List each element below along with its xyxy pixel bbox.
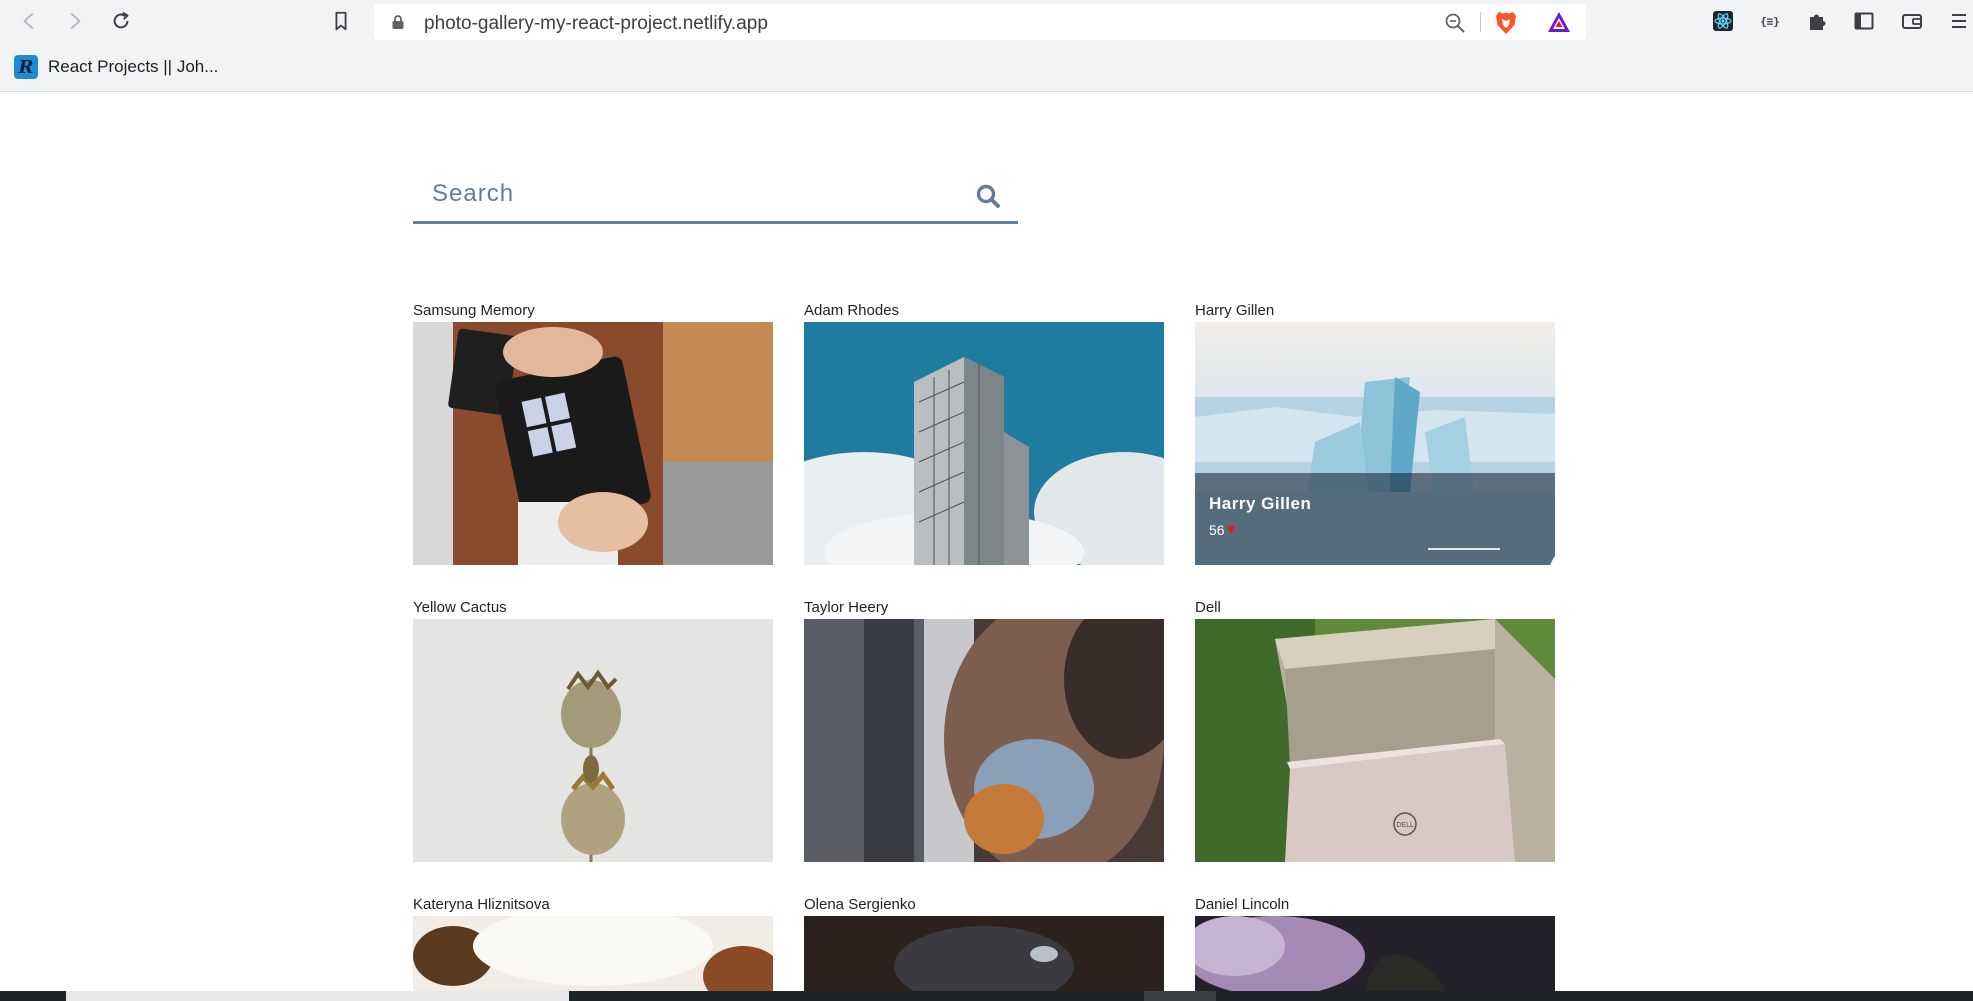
- photo-image[interactable]: Harry Gillen 56 ♥: [1195, 322, 1555, 565]
- photo-author-name: Olena Sergienko: [804, 896, 916, 913]
- photo-image[interactable]: [1195, 916, 1555, 991]
- taskbar-item[interactable]: [1144, 991, 1216, 1001]
- photo-image[interactable]: [413, 619, 773, 862]
- back-button[interactable]: [14, 6, 44, 36]
- wallet-icon: [1902, 14, 1922, 29]
- sidebar-icon: [1854, 12, 1874, 30]
- json-formatter-icon: {≡}: [1760, 15, 1780, 28]
- search-button[interactable]: [971, 179, 1005, 213]
- search-form: [413, 167, 1018, 224]
- bookmark-page-button[interactable]: [326, 6, 356, 36]
- photo-author-name: Kateryna Hliznitsova: [413, 896, 550, 913]
- zoom-icon[interactable]: [1444, 12, 1466, 34]
- photo-image[interactable]: [413, 322, 773, 565]
- reload-button[interactable]: [106, 6, 136, 36]
- svg-text:{≡}: {≡}: [1760, 15, 1780, 28]
- forward-icon: [70, 12, 81, 30]
- menu-icon: [1952, 14, 1966, 28]
- forward-button[interactable]: [60, 6, 90, 36]
- json-formatter-button[interactable]: {≡}: [1757, 8, 1783, 34]
- search-icon: [976, 184, 1000, 208]
- photo-hover-overlay: Harry Gillen 56 ♥: [1195, 473, 1555, 565]
- search-input[interactable]: [413, 167, 953, 221]
- bookmark-label: React Projects || Joh...: [48, 57, 219, 76]
- photo-author-name: Adam Rhodes: [804, 302, 900, 319]
- browser-toolbar: photo-gallery-my-react-project.netlify.a…: [0, 0, 1973, 92]
- photo-author-name: Samsung Memory: [413, 302, 535, 319]
- photo-author-name: Harry Gillen: [1195, 302, 1275, 319]
- photo-image[interactable]: [413, 916, 773, 991]
- brave-shields-icon[interactable]: [1494, 10, 1518, 36]
- address-bar[interactable]: photo-gallery-my-react-project.netlify.a…: [374, 4, 1586, 40]
- extensions-puzzle-icon: [1810, 14, 1826, 30]
- lock-icon: [392, 15, 404, 29]
- heart-icon: ♥: [1226, 521, 1236, 538]
- photo-author-name: Dell: [1195, 599, 1221, 616]
- react-devtools-button[interactable]: [1710, 8, 1736, 34]
- omnibox-divider: [1480, 12, 1481, 32]
- photo-author-name: Daniel Lincoln: [1195, 896, 1290, 913]
- photo-image[interactable]: [804, 322, 1164, 565]
- overlay-author-name: Harry Gillen: [1209, 494, 1312, 513]
- svg-text:DELL: DELL: [1396, 821, 1414, 829]
- author-avatar[interactable]: [1501, 490, 1541, 530]
- taskbar-window[interactable]: [66, 991, 569, 1001]
- wallet-button[interactable]: [1899, 8, 1925, 34]
- react-devtools-icon: [1713, 11, 1733, 31]
- extensions-button[interactable]: [1804, 8, 1830, 34]
- sidebar-button[interactable]: [1851, 8, 1877, 34]
- url-text: photo-gallery-my-react-project.netlify.a…: [424, 13, 768, 34]
- bookmark-icon: [335, 11, 347, 31]
- photo-image[interactable]: [804, 916, 1164, 991]
- os-taskbar: [0, 991, 1973, 1001]
- likes-number: 56: [1209, 521, 1225, 538]
- download-underline: [1428, 548, 1500, 550]
- menu-button[interactable]: [1946, 8, 1972, 34]
- reload-icon: [113, 11, 129, 29]
- brave-rewards-icon[interactable]: [1546, 10, 1572, 34]
- photo-image[interactable]: DELL: [1195, 619, 1555, 862]
- photo-author-name: Yellow Cactus: [413, 599, 507, 616]
- photo-image[interactable]: [804, 619, 1164, 862]
- bookmark-react-projects[interactable]: R React Projects || Joh...: [14, 54, 218, 80]
- photo-author-name: Taylor Heery: [804, 599, 889, 616]
- likes-count: 56 ♥: [1209, 521, 1235, 538]
- bookmark-favicon-icon: R: [14, 55, 38, 79]
- back-icon: [23, 12, 34, 30]
